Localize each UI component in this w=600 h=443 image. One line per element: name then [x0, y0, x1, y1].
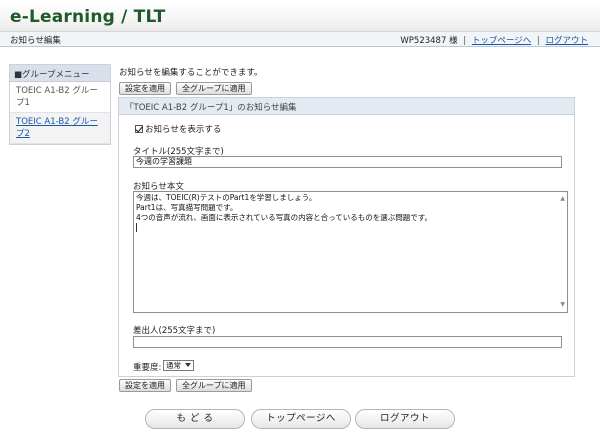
scroll-up-icon[interactable]: ▲	[560, 194, 565, 204]
apply-button[interactable]: 設定を適用	[119, 82, 171, 95]
notice-edit-panel: 「TOEIC A1-B2 グループ1」のお知らせ編集 お知らせを表示する タイト…	[118, 97, 575, 377]
group-menu: ■グループメニュー TOEIC A1-B2 グループ1 TOEIC A1-B2 …	[9, 64, 111, 145]
body-line: 4つの音声が流れ、画面に表示されている写真の内容と合っているものを選ぶ問題です。	[136, 213, 432, 222]
sender-label: 差出人(255文字まで)	[133, 326, 216, 336]
app-header: e-Learning / TLT	[0, 0, 600, 32]
priority-value: 通常	[166, 361, 181, 370]
user-name: WP523487 様	[400, 36, 458, 46]
top-page-button[interactable]: トップページへ	[251, 409, 351, 429]
separator: |	[536, 36, 540, 46]
show-notice-label: お知らせを表示する	[145, 125, 222, 135]
logout-link[interactable]: ログアウト	[545, 36, 588, 46]
page-title: お知らせ編集	[10, 36, 61, 46]
scroll-down-icon[interactable]: ▼	[560, 300, 565, 310]
apply-button-bottom[interactable]: 設定を適用	[119, 379, 171, 392]
body-line: Part1は、写真描写問題です。	[136, 203, 238, 212]
chevron-down-icon	[185, 363, 191, 367]
group-menu-title: ■グループメニュー	[10, 65, 110, 82]
back-button[interactable]: も ど る	[145, 409, 245, 429]
text-caret	[136, 223, 137, 232]
app-title: e-Learning / TLT	[10, 7, 166, 27]
show-notice-row: お知らせを表示する	[135, 123, 221, 135]
panel-title: 「TOEIC A1-B2 グループ1」のお知らせ編集	[119, 98, 574, 115]
priority-select[interactable]: 通常	[163, 360, 194, 371]
user-info: WP523487 様 | トップページへ | ログアウト	[400, 34, 588, 46]
separator: |	[463, 36, 467, 46]
sub-header-bar: お知らせ編集 WP523487 様 | トップページへ | ログアウト	[0, 32, 600, 47]
apply-all-groups-button-bottom[interactable]: 全グループに適用	[176, 379, 252, 392]
show-notice-checkbox[interactable]	[135, 125, 143, 133]
body-line: 今週は、TOEIC(R)テストのPart1を学習しましょう。	[136, 193, 317, 202]
logout-button[interactable]: ログアウト	[355, 409, 455, 429]
sidebar-item-group2[interactable]: TOEIC A1-B2 グループ2	[10, 113, 110, 144]
apply-all-groups-button[interactable]: 全グループに適用	[176, 82, 252, 95]
priority-label: 重要度:	[133, 363, 162, 373]
sender-input[interactable]	[133, 336, 562, 348]
body-textarea[interactable]: 今週は、TOEIC(R)テストのPart1を学習しましょう。 Part1は、写真…	[133, 191, 568, 313]
intro-text: お知らせを編集することができます。	[119, 68, 263, 78]
top-page-link[interactable]: トップページへ	[472, 36, 531, 46]
title-input[interactable]: 今週の学習課題	[133, 156, 562, 168]
sidebar-item-group1[interactable]: TOEIC A1-B2 グループ1	[10, 82, 110, 113]
